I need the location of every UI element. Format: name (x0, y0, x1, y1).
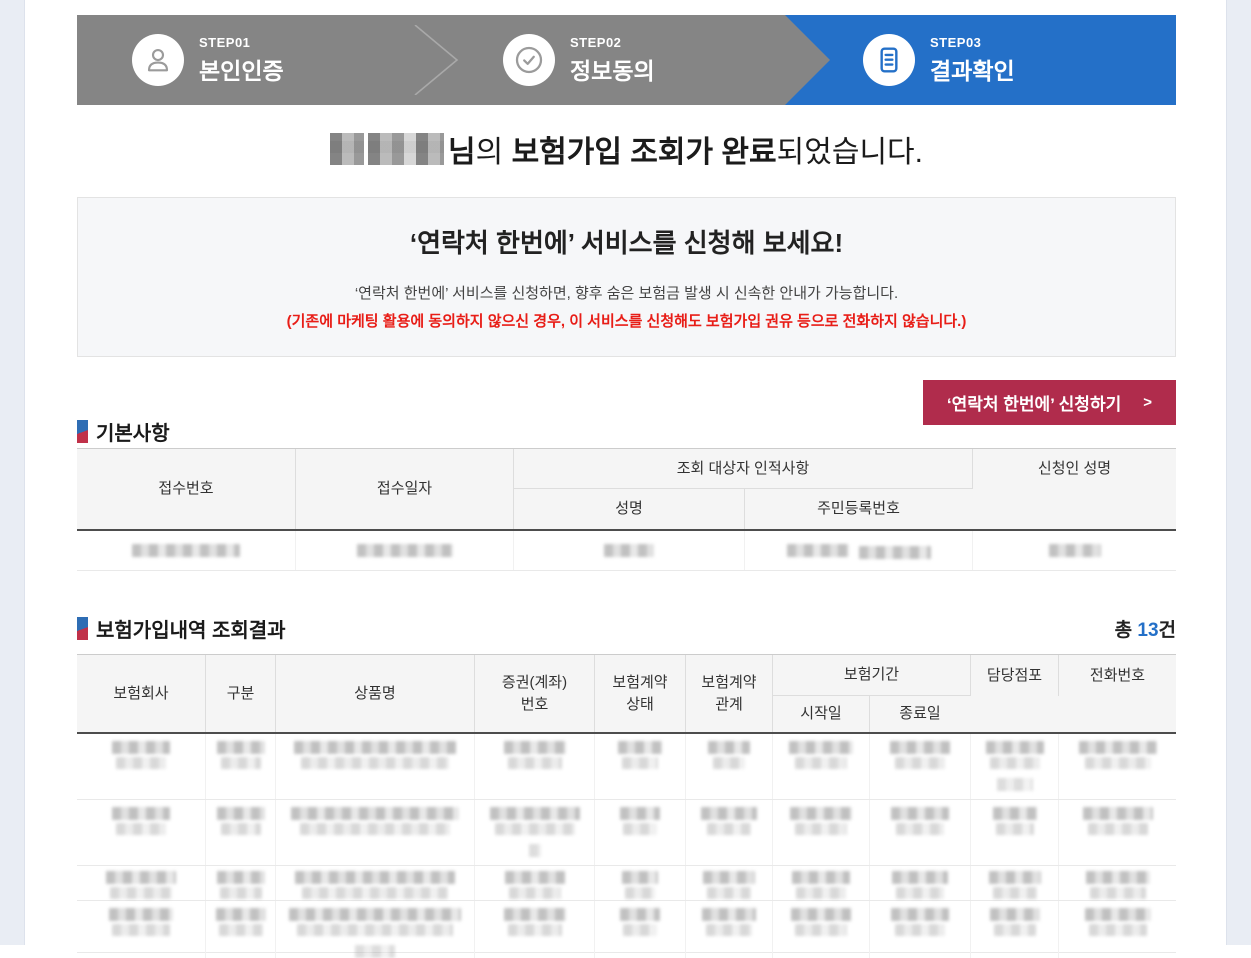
promo-title: ‘연락처 한번에’ 서비스를 신청해 보세요! (410, 223, 843, 260)
section-title: 기본사항 (96, 417, 170, 446)
column-header-period-group: 보험기간 (772, 655, 970, 696)
column-header-category: 구분 (205, 655, 275, 732)
column-header-start-date: 시작일 (772, 696, 869, 732)
total-prefix: 총 (1115, 620, 1138, 641)
basic-info-table-header: 접수번호 접수일자 조회 대상자 인적사항 성명 주민등록번호 신청인 성명 (77, 448, 1176, 531)
results-table-row (77, 866, 1176, 901)
step-label: 본인인증 (199, 52, 284, 86)
results-table-row (77, 734, 1176, 800)
column-header-product: 상품명 (275, 655, 474, 732)
page-right-margin (1226, 0, 1251, 945)
step-label: 정보동의 (570, 52, 655, 86)
section-flag-icon (77, 420, 88, 443)
insurance-results-table: 보험회사 구분 상품명 증권(계좌) 번호 보험계약 상태 보험계약 관계 보험… (77, 654, 1176, 953)
step-number: STEP02 (570, 35, 655, 50)
section-flag-icon (77, 617, 88, 640)
total-count: 13 (1137, 620, 1158, 641)
step-label: 결과확인 (930, 52, 1015, 86)
headline-text: 보험가입 조회가 완료 (512, 136, 777, 169)
masked-cell-applicant-name (972, 531, 1176, 570)
column-header-subject-group: 조회 대상자 인적사항 (513, 449, 972, 489)
column-header-status: 보험계약 상태 (594, 655, 685, 732)
main-content: STEP01 본인인증 STEP02 정보동의 (77, 0, 1176, 953)
step-separator-chevron-icon (413, 25, 459, 95)
results-table-row (77, 901, 1176, 953)
step-result-check: STEP03 결과확인 (863, 15, 1015, 105)
step-identity-verification: STEP01 본인인증 (132, 15, 284, 105)
basic-info-table: 접수번호 접수일자 조회 대상자 인적사항 성명 주민등록번호 신청인 성명 (77, 448, 1176, 571)
apply-button-label: ‘연락처 한번에’ 신청하기 (947, 390, 1121, 415)
column-header-policy-no: 증권(계좌) 번호 (474, 655, 594, 732)
results-table-header: 보험회사 구분 상품명 증권(계좌) 번호 보험계약 상태 보험계약 관계 보험… (77, 654, 1176, 734)
chevron-right-icon: > (1143, 394, 1152, 411)
column-header-subject-name: 성명 (513, 489, 744, 529)
headline-text: 의 (476, 136, 512, 169)
column-header-company: 보험회사 (77, 655, 205, 732)
masked-user-name (330, 133, 364, 165)
step-number: STEP01 (199, 35, 284, 50)
masked-cell-subject-rrn (744, 531, 972, 570)
headline-text: 되었습니다. (777, 136, 923, 169)
result-headline: 님의 보험가입 조회가 완료되었습니다. (77, 129, 1176, 169)
masked-cell-receipt-date (295, 531, 513, 570)
document-icon (863, 34, 915, 86)
check-circle-icon (503, 34, 555, 86)
contact-service-apply-button[interactable]: ‘연락처 한번에’ 신청하기 > (923, 380, 1176, 425)
basic-info-table-row (77, 531, 1176, 571)
results-section-header: 보험가입내역 조회결과 총 13건 (77, 613, 1176, 643)
masked-user-name (368, 133, 444, 165)
column-header-relation: 보험계약 관계 (685, 655, 772, 732)
column-header-subject-rrn: 주민등록번호 (744, 489, 972, 529)
column-header-receipt-date: 접수일자 (295, 449, 513, 529)
column-header-applicant-name: 신청인 성명 (972, 449, 1176, 489)
column-header-phone: 전화번호 (1058, 655, 1176, 696)
page-left-margin (0, 0, 25, 945)
column-header-end-date: 종료일 (869, 696, 970, 732)
total-count-badge: 총 13건 (1115, 615, 1176, 642)
step-arrow-shape (785, 15, 830, 105)
promo-warning: (기존에 마케팅 활용에 동의하지 않으신 경우, 이 서비스를 신청해도 보험… (287, 310, 967, 331)
contact-service-promo-box: ‘연락처 한번에’ 서비스를 신청해 보세요! ‘연락처 한번에’ 서비스를 신… (77, 197, 1176, 357)
user-icon (132, 34, 184, 86)
step-number: STEP03 (930, 35, 1015, 50)
masked-cell-subject-name (513, 531, 744, 570)
results-table-row (77, 800, 1176, 866)
headline-text: 님 (448, 136, 476, 169)
promo-description: ‘연락처 한번에’ 서비스를 신청하면, 향후 숨은 보험금 발생 시 신속한 … (355, 282, 898, 303)
total-suffix: 건 (1159, 620, 1176, 641)
step-info-consent: STEP02 정보동의 (503, 15, 655, 105)
section-title: 보험가입내역 조회결과 (96, 614, 286, 643)
progress-steps: STEP01 본인인증 STEP02 정보동의 (77, 15, 1176, 105)
masked-cell-receipt-no (77, 531, 295, 570)
column-header-receipt-no: 접수번호 (77, 449, 295, 529)
column-header-branch: 담당점포 (970, 655, 1058, 696)
